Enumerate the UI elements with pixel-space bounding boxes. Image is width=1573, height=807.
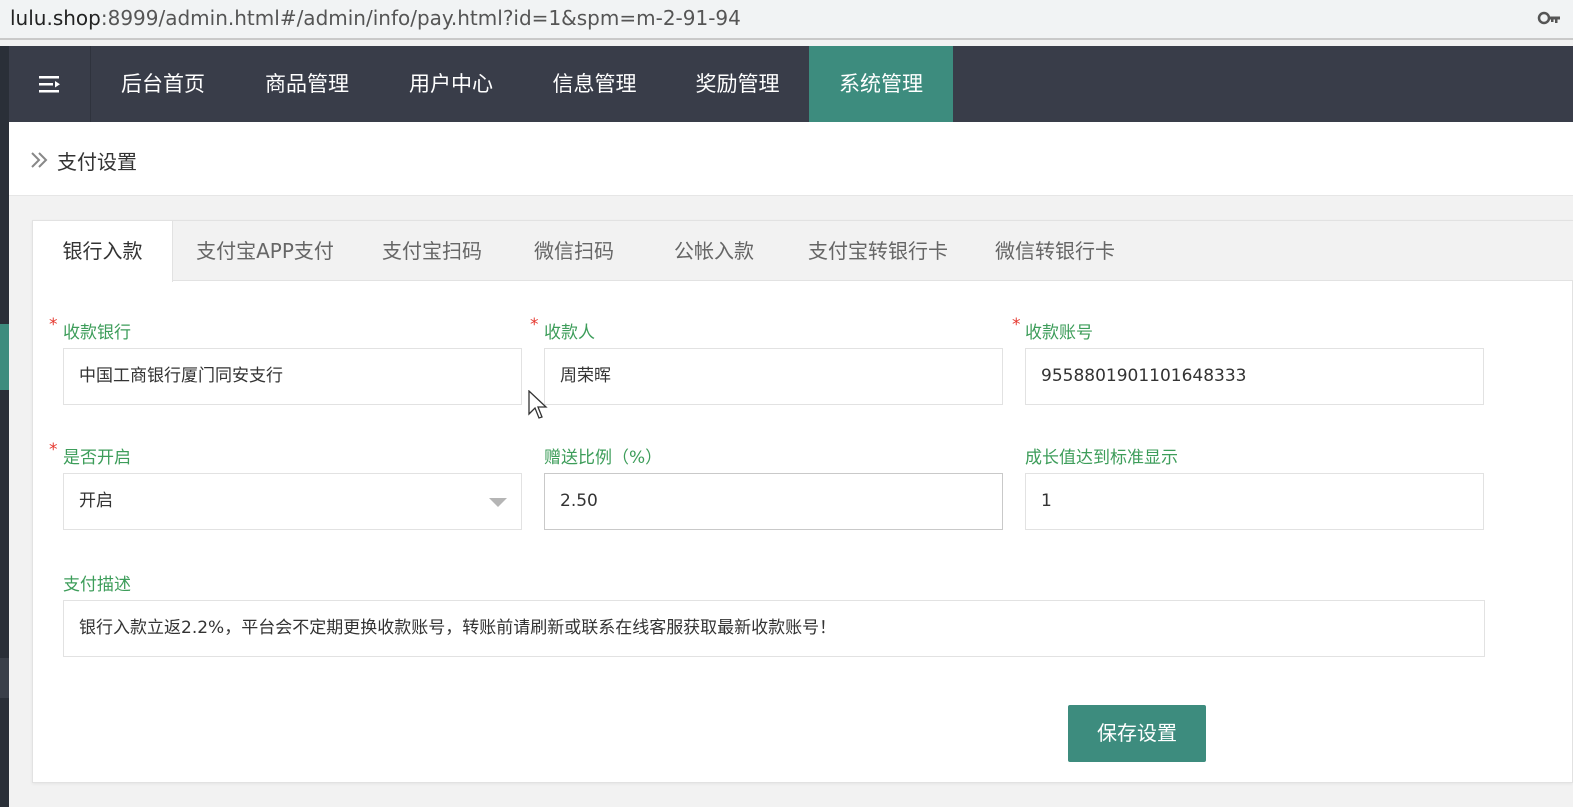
bonus-ratio-label: 赠送比例（%） bbox=[544, 448, 663, 468]
account-input[interactable]: 9558801901101648333 bbox=[1025, 348, 1484, 405]
description-input[interactable]: 银行入款立返2.2%，平台会不定期更换收款账号，转账前请刷新或联系在线客服获取最… bbox=[63, 600, 1485, 657]
description-label: 支付描述 bbox=[63, 575, 131, 595]
nav-home[interactable]: 后台首页 bbox=[91, 46, 235, 122]
nav-info[interactable]: 信息管理 bbox=[523, 46, 666, 122]
breadcrumb: 支付设置 bbox=[9, 122, 1573, 196]
tab-wechat-to-bank[interactable]: 微信转银行卡 bbox=[969, 221, 1141, 281]
tab-public-account[interactable]: 公帐入款 bbox=[641, 221, 787, 281]
required-mark: * bbox=[49, 440, 58, 460]
bank-label: 收款银行 bbox=[63, 323, 131, 343]
tab-alipay-app[interactable]: 支付宝APP支付 bbox=[173, 221, 357, 281]
double-chevron-right-icon bbox=[31, 152, 48, 168]
sidebar-hover-indicator bbox=[0, 658, 9, 698]
tab-alipay-qr[interactable]: 支付宝扫码 bbox=[357, 221, 507, 281]
url-text[interactable]: lulu.shop:8999/admin.html#/admin/info/pa… bbox=[10, 6, 741, 30]
required-mark: * bbox=[530, 315, 539, 335]
enabled-select-value: 开启 bbox=[79, 491, 113, 511]
tab-bank-deposit[interactable]: 银行入款 bbox=[33, 221, 173, 282]
required-mark: * bbox=[49, 315, 58, 335]
url-path: :8999/admin.html#/admin/info/pay.html?id… bbox=[100, 6, 741, 30]
growth-display-input[interactable]: 1 bbox=[1025, 473, 1484, 530]
payment-settings-card: 银行入款 支付宝APP支付 支付宝扫码 微信扫码 公帐入款 支付宝转银行卡 微信… bbox=[32, 220, 1573, 783]
nav-products[interactable]: 商品管理 bbox=[235, 46, 379, 122]
key-icon[interactable] bbox=[1537, 8, 1561, 28]
required-mark: * bbox=[1012, 315, 1021, 335]
nav-system[interactable]: 系统管理 bbox=[809, 46, 953, 122]
chevron-down-icon bbox=[489, 498, 507, 507]
growth-display-label: 成长值达到标准显示 bbox=[1025, 448, 1178, 468]
top-navigation: 后台首页 商品管理 用户中心 信息管理 奖励管理 系统管理 bbox=[9, 46, 1573, 122]
bank-input[interactable]: 中国工商银行厦门同安支行 bbox=[63, 348, 522, 405]
save-settings-button[interactable]: 保存设置 bbox=[1068, 705, 1206, 762]
payee-label: 收款人 bbox=[544, 323, 595, 343]
tab-alipay-to-bank[interactable]: 支付宝转银行卡 bbox=[787, 221, 969, 281]
nav-users[interactable]: 用户中心 bbox=[379, 46, 523, 122]
url-host: lulu.shop bbox=[10, 6, 101, 30]
sidebar-collapsed bbox=[0, 46, 9, 807]
menu-toggle-button[interactable] bbox=[9, 46, 91, 122]
menu-toggle-icon bbox=[38, 76, 60, 93]
bonus-ratio-input[interactable]: 2.50 bbox=[544, 473, 1003, 530]
sidebar-active-indicator bbox=[0, 324, 9, 390]
browser-address-bar[interactable]: lulu.shop:8999/admin.html#/admin/info/pa… bbox=[0, 0, 1573, 40]
nav-rewards[interactable]: 奖励管理 bbox=[666, 46, 809, 122]
page-title: 支付设置 bbox=[57, 150, 137, 174]
enabled-label: 是否开启 bbox=[63, 448, 131, 468]
payment-method-tabs: 银行入款 支付宝APP支付 支付宝扫码 微信扫码 公帐入款 支付宝转银行卡 微信… bbox=[33, 221, 1573, 282]
payee-input[interactable]: 周荣晖 bbox=[544, 348, 1003, 405]
mouse-cursor-icon bbox=[528, 390, 548, 419]
account-label: 收款账号 bbox=[1025, 323, 1093, 343]
tab-wechat-qr[interactable]: 微信扫码 bbox=[507, 221, 641, 281]
enabled-select[interactable]: 开启 bbox=[63, 473, 522, 530]
